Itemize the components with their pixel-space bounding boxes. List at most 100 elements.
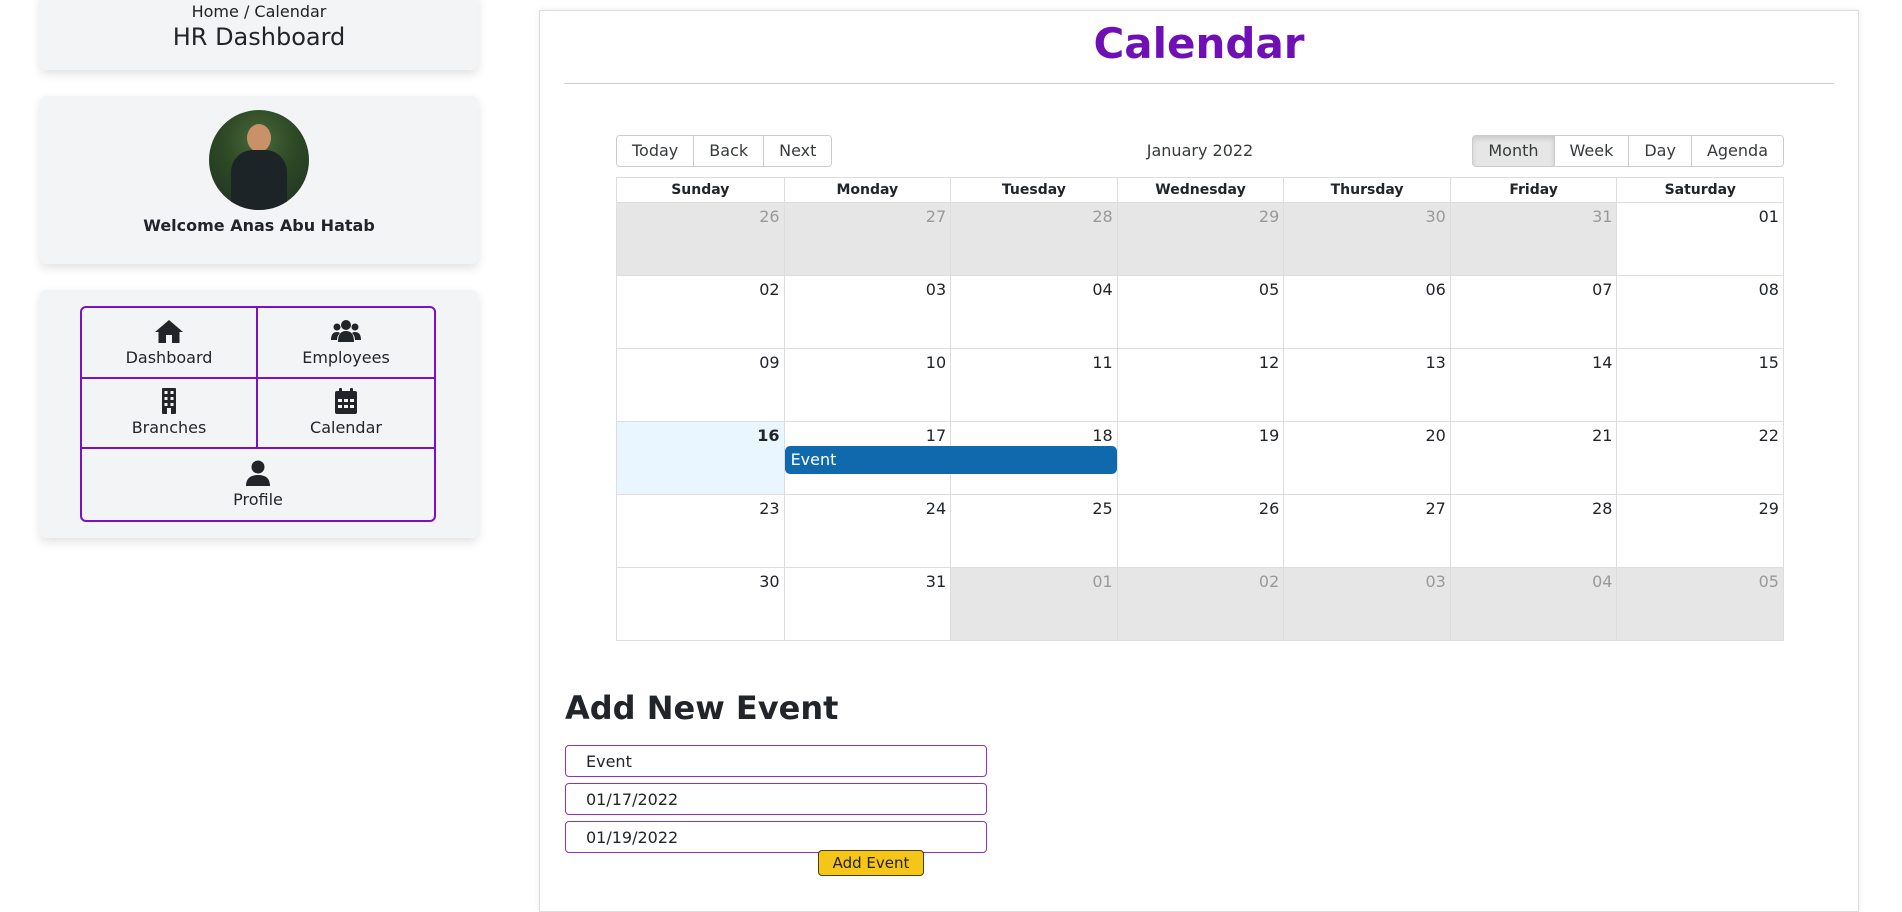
day-cell[interactable]: 31 xyxy=(1449,203,1617,275)
day-cell[interactable]: 03 xyxy=(1283,568,1450,640)
day-cell[interactable]: 26 xyxy=(617,203,784,275)
day-cell[interactable]: 30 xyxy=(617,568,784,640)
day-cell[interactable]: 05 xyxy=(1616,568,1783,640)
day-number: 02 xyxy=(1258,572,1280,591)
day-number: 20 xyxy=(1425,426,1446,445)
day-number: 07 xyxy=(1592,280,1613,299)
agenda-view-button[interactable]: Agenda xyxy=(1691,136,1783,166)
weekday-header-cell: Monday xyxy=(783,178,951,202)
day-number: 04 xyxy=(1092,280,1113,299)
day-cell[interactable]: 16 xyxy=(617,422,784,494)
day-number: 13 xyxy=(1425,353,1446,372)
main-panel: Calendar January 2022 Today Back Next Mo… xyxy=(539,10,1859,912)
day-cell[interactable]: 22 xyxy=(1616,422,1783,494)
nav-item-employees[interactable]: Employees xyxy=(258,308,434,379)
month-view-button[interactable]: Month xyxy=(1473,136,1555,166)
day-number: 27 xyxy=(1425,499,1446,518)
event-start-input[interactable] xyxy=(565,783,987,815)
day-cell[interactable]: 14 xyxy=(1449,349,1617,421)
event-end-input[interactable] xyxy=(565,821,987,853)
day-number: 28 xyxy=(1092,207,1113,226)
week-row: 23 24 25 26 27 28 29 xyxy=(617,494,1783,567)
day-number: 18 xyxy=(1092,426,1113,445)
avatar xyxy=(209,110,309,210)
day-cell[interactable]: 11 xyxy=(950,349,1117,421)
today-button[interactable]: Today xyxy=(617,136,695,166)
day-cell[interactable]: 07 xyxy=(1449,276,1617,348)
week-row: 09 10 11 12 13 14 15 xyxy=(617,348,1783,421)
calendar-icon xyxy=(335,388,357,415)
day-cell[interactable]: 20 xyxy=(1283,422,1450,494)
nav-item-calendar[interactable]: Calendar xyxy=(258,379,434,450)
day-number: 01 xyxy=(1758,207,1779,226)
day-number: 03 xyxy=(1425,572,1446,591)
nav-item-dashboard[interactable]: Dashboard xyxy=(82,308,258,379)
day-number: 06 xyxy=(1425,280,1446,299)
day-number: 30 xyxy=(759,572,780,591)
add-event-button[interactable]: Add Event xyxy=(818,850,924,876)
day-cell[interactable]: 27 xyxy=(783,203,951,275)
day-cell[interactable]: 02 xyxy=(617,276,784,348)
day-cell[interactable]: 25 xyxy=(950,495,1117,567)
nav-card: Dashboard Employees Branches Calendar Pr… xyxy=(40,290,478,538)
day-cell[interactable]: 24 xyxy=(783,495,951,567)
day-cell[interactable]: 06 xyxy=(1283,276,1450,348)
day-cell[interactable]: 10 xyxy=(783,349,951,421)
day-number: 15 xyxy=(1758,353,1779,372)
day-cell[interactable]: 04 xyxy=(1449,568,1617,640)
day-number: 31 xyxy=(1592,207,1613,226)
event-title-input[interactable] xyxy=(565,745,987,777)
day-number: 22 xyxy=(1758,426,1779,445)
nav-item-profile[interactable]: Profile xyxy=(82,449,434,520)
day-number: 26 xyxy=(759,207,780,226)
welcome-card: Welcome Anas Abu Hatab xyxy=(40,96,478,264)
calendar-toolbar: January 2022 Today Back Next Month Week … xyxy=(616,135,1784,167)
weekday-header: Sunday Monday Tuesday Wednesday Thursday Frid… xyxy=(617,178,1783,203)
day-number: 25 xyxy=(1092,499,1113,518)
nav-grid: Dashboard Employees Branches Calendar Pr… xyxy=(80,306,436,522)
day-cell[interactable]: 31 xyxy=(783,568,951,640)
next-button[interactable]: Next xyxy=(764,136,832,166)
day-cell[interactable]: 27 xyxy=(1283,495,1450,567)
weekday-header-cell: Friday xyxy=(1449,178,1617,202)
day-number: 28 xyxy=(1592,499,1613,518)
day-cell[interactable]: 09 xyxy=(617,349,784,421)
day-cell[interactable]: 02 xyxy=(1116,568,1284,640)
calendar-event[interactable]: Event xyxy=(784,446,1117,474)
week-view-button[interactable]: Week xyxy=(1554,136,1630,166)
day-number: 16 xyxy=(757,426,780,445)
day-cell[interactable]: 28 xyxy=(1449,495,1617,567)
day-cell[interactable]: 28 xyxy=(950,203,1117,275)
day-cell[interactable]: 19 xyxy=(1116,422,1284,494)
day-cell[interactable]: 15 xyxy=(1616,349,1783,421)
nav-label: Profile xyxy=(233,490,283,510)
day-cell[interactable]: 01 xyxy=(950,568,1117,640)
day-cell[interactable]: 03 xyxy=(783,276,951,348)
view-button-group: Month Week Day Agenda xyxy=(1472,135,1784,167)
welcome-text: Welcome Anas Abu Hatab xyxy=(143,216,375,235)
nav-item-branches[interactable]: Branches xyxy=(82,378,258,450)
day-cell[interactable]: 08 xyxy=(1616,276,1783,348)
title-divider xyxy=(564,83,1834,84)
back-button[interactable]: Back xyxy=(694,136,765,166)
day-cell[interactable]: 05 xyxy=(1116,276,1284,348)
day-cell[interactable]: 12 xyxy=(1116,349,1284,421)
weekday-header-cell: Wednesday xyxy=(1116,178,1284,202)
day-cell[interactable]: 01 xyxy=(1616,203,1783,275)
day-cell[interactable]: 04 xyxy=(950,276,1117,348)
day-number: 11 xyxy=(1092,353,1113,372)
day-cell[interactable]: 26 xyxy=(1116,495,1284,567)
day-cell[interactable]: 13 xyxy=(1283,349,1450,421)
users-icon xyxy=(331,319,361,342)
day-cell[interactable]: 23 xyxy=(617,495,784,567)
day-number: 30 xyxy=(1425,207,1446,226)
weekday-header-cell: Sunday xyxy=(671,182,730,198)
day-number: 01 xyxy=(1092,572,1113,591)
day-cell[interactable]: 29 xyxy=(1116,203,1284,275)
day-number: 23 xyxy=(759,499,780,518)
day-cell[interactable]: 21 xyxy=(1449,422,1617,494)
day-view-button[interactable]: Day xyxy=(1629,136,1692,166)
day-number: 05 xyxy=(1258,280,1280,299)
day-cell[interactable]: 29 xyxy=(1616,495,1783,567)
day-cell[interactable]: 30 xyxy=(1283,203,1450,275)
